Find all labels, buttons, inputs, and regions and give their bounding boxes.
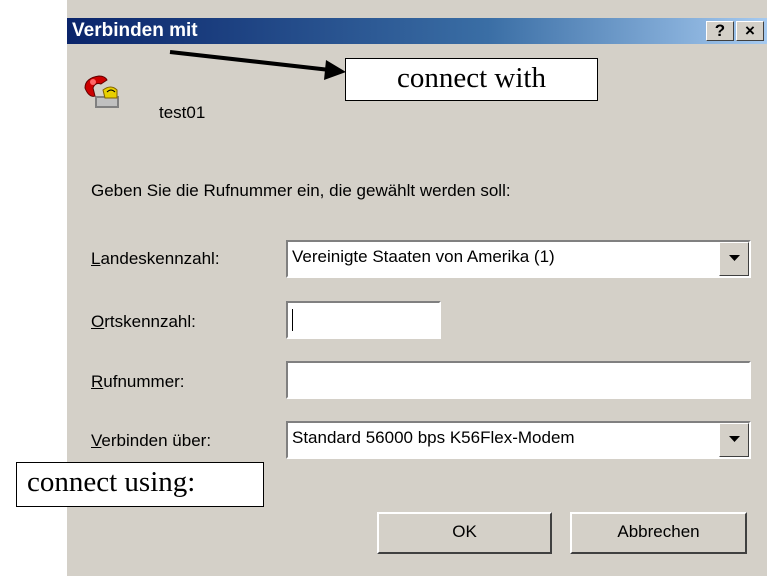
connect-with-callout: connect with bbox=[345, 58, 598, 101]
connect-using-callout: connect using: bbox=[16, 462, 264, 507]
